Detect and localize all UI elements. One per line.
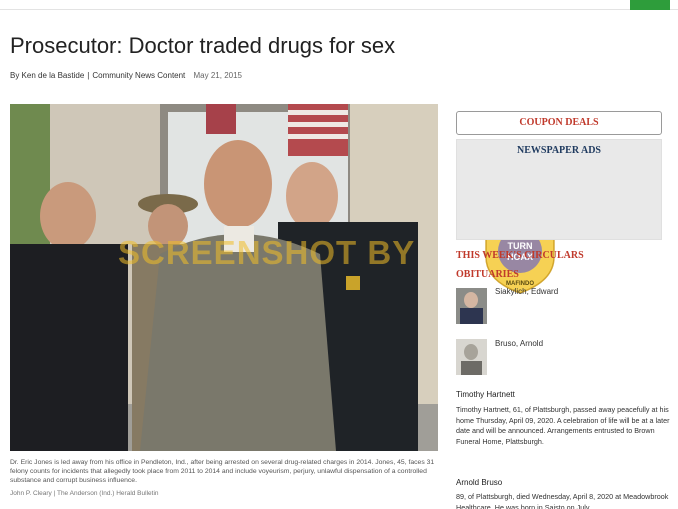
photo-caption: Dr. Eric Jones is led away from his offi… bbox=[10, 459, 435, 484]
top-bar bbox=[0, 0, 678, 10]
photo-credit: John P. Cleary | The Anderson (Ind.) Her… bbox=[10, 490, 159, 497]
section-link[interactable]: Community News Content bbox=[92, 71, 185, 80]
obituary-text: Timothy Hartnett, 61, of Plattsburgh, pa… bbox=[456, 405, 670, 446]
obituary-link[interactable]: Bruso, Arnold bbox=[495, 339, 543, 348]
obituary-photo[interactable] bbox=[456, 288, 487, 324]
circulars-link[interactable]: THIS WEEK'S CIRCULARS bbox=[456, 250, 584, 261]
obituary-title[interactable]: Arnold Bruso bbox=[456, 478, 502, 487]
obituary-text: 89, of Plattsburgh, died Wednesday, Apri… bbox=[456, 492, 669, 509]
obituary-title[interactable]: Timothy Hartnett bbox=[456, 390, 515, 399]
obituary-photo[interactable] bbox=[456, 339, 487, 375]
arrest-photo-illustration bbox=[10, 104, 438, 451]
obituaries-heading[interactable]: OBITUARIES bbox=[456, 269, 519, 280]
author-link[interactable]: By Ken de la Bastide bbox=[10, 71, 84, 80]
coupon-deals-button[interactable]: COUPON DEALS bbox=[456, 111, 662, 135]
menu-button[interactable] bbox=[630, 0, 670, 10]
watermark-text: SCREENSHOT BY bbox=[118, 234, 416, 271]
article-headline: Prosecutor: Doctor traded drugs for sex bbox=[10, 33, 396, 58]
article-byline: By Ken de la Bastide | Community News Cont… bbox=[10, 71, 242, 80]
obituary-link[interactable]: Siakylich, Edward bbox=[495, 287, 558, 296]
publish-date: May 21, 2015 bbox=[193, 71, 242, 80]
article-photo[interactable] bbox=[10, 104, 438, 451]
newspaper-ads-panel[interactable]: NEWSPAPER ADS bbox=[456, 139, 662, 240]
newspaper-ads-title[interactable]: NEWSPAPER ADS bbox=[457, 145, 661, 156]
